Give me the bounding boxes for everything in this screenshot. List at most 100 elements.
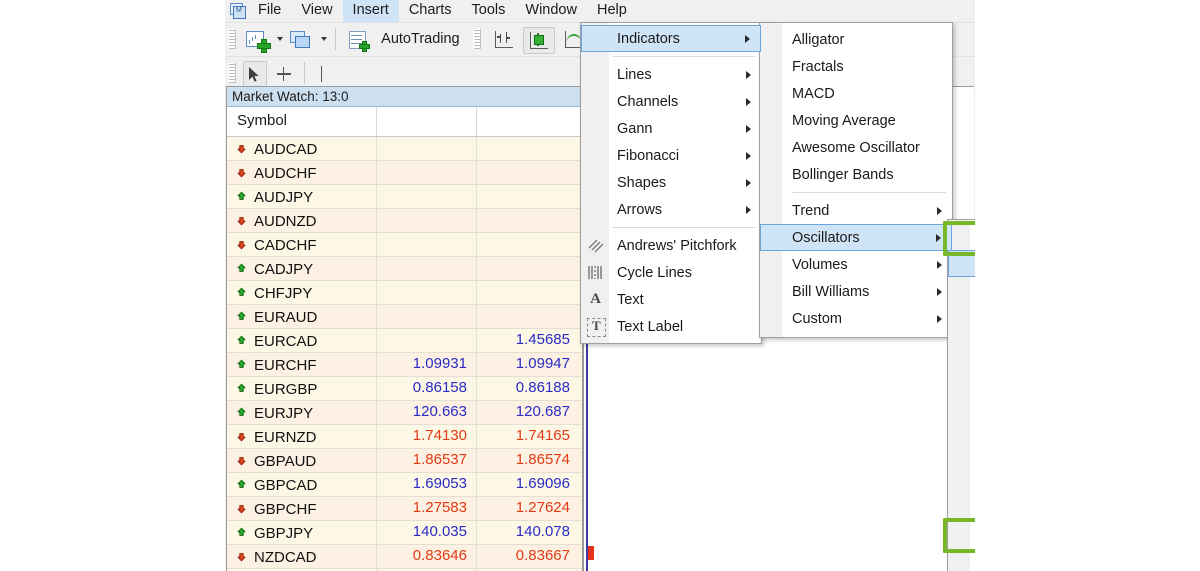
ask-cell: 1.86574 — [477, 449, 579, 472]
menu-item-average-true-range[interactable]: Average True Range — [948, 277, 975, 304]
menu-item-fractals[interactable]: Fractals — [760, 53, 952, 80]
menu-file[interactable]: File — [248, 0, 291, 22]
chevron-down-icon[interactable] — [277, 37, 283, 41]
table-row[interactable]: AUDCHF — [227, 161, 582, 185]
insert-dropdown-menu[interactable]: Indicators LinesChannelsGannFibonacciShap… — [580, 22, 762, 344]
table-row[interactable]: GBPJPY140.035140.078 — [227, 521, 582, 545]
new-chart-button[interactable] — [243, 27, 271, 52]
arrow-down-icon — [235, 215, 248, 228]
ask-cell: 1.74165 — [477, 425, 579, 448]
menu-item-awesome-oscillator[interactable]: Awesome Oscillator — [760, 134, 952, 161]
menu-item-label: MACD — [792, 86, 952, 102]
vertical-line-tool[interactable] — [314, 61, 330, 86]
menu-item-bollinger-bands[interactable]: Bollinger Bands — [760, 161, 952, 188]
menu-view[interactable]: View — [291, 0, 342, 22]
table-row[interactable]: AUDNZD — [227, 209, 582, 233]
column-header-ask[interactable] — [477, 107, 579, 136]
metatrader-app-icon — [226, 1, 248, 21]
candlestick-chart-button[interactable] — [523, 27, 555, 54]
table-row[interactable]: AUDJPY — [227, 185, 582, 209]
menu-item-channels[interactable]: Channels — [581, 88, 761, 115]
table-row[interactable]: NZDCAD0.836460.83667 — [227, 545, 582, 569]
toolbar-grip-2[interactable] — [473, 29, 481, 49]
menu-item-indicators[interactable]: Indicators — [581, 25, 761, 52]
arrow-up-icon — [235, 527, 248, 540]
indicators-button[interactable] — [345, 27, 371, 52]
bid-cell — [377, 233, 477, 256]
menu-item-commodity-channel-index[interactable]: Commodity Channel Index — [948, 358, 975, 385]
table-row[interactable]: EURCAD1.45685 — [227, 329, 582, 353]
menu-charts[interactable]: Charts — [399, 0, 462, 22]
table-row[interactable]: EURJPY120.663120.687 — [227, 401, 582, 425]
menu-item-label: Custom — [792, 311, 937, 327]
symbol-label: EURCHF — [254, 357, 317, 374]
menu-item-shapes[interactable]: Shapes — [581, 169, 761, 196]
arrow-cursor-icon — [247, 66, 263, 84]
menu-item-relative-strength-index[interactable]: Relative Strength Index — [948, 250, 975, 277]
crosshair-tool[interactable] — [272, 61, 296, 86]
menu-item-lines[interactable]: Lines — [581, 61, 761, 88]
table-row[interactable]: CHFJPY — [227, 281, 582, 305]
table-row[interactable]: EURCHF1.099311.09947 — [227, 353, 582, 377]
menu-divider — [792, 192, 946, 193]
symbol-label: GBPAUD — [254, 453, 316, 470]
menu-item-moving-average-of-oscillator[interactable]: Moving Average of Oscillator — [948, 466, 975, 493]
menu-item-stochastic-oscillator[interactable]: Stochastic Oscillator — [948, 520, 975, 547]
menu-item-bill-williams[interactable]: Bill Williams — [760, 278, 952, 305]
indicators-submenu[interactable]: AlligatorFractals MACD Moving AverageAweso… — [759, 22, 953, 338]
menu-item-momentum[interactable]: Momentum — [948, 439, 975, 466]
menu-window[interactable]: Window — [515, 0, 587, 22]
menu-item-gann[interactable]: Gann — [581, 115, 761, 142]
column-header-bid[interactable] — [377, 107, 477, 136]
table-row[interactable]: EURAUD — [227, 305, 582, 329]
menu-item-cycle-lines[interactable]: Cycle Lines — [581, 259, 761, 286]
table-row[interactable]: EURGBP0.861580.86188 — [227, 377, 582, 401]
menu-item-alligator[interactable]: Alligator — [760, 26, 952, 53]
menu-item-moving-average[interactable]: Moving Average — [760, 107, 952, 134]
table-row[interactable]: GBPCAD1.690531.69096 — [227, 473, 582, 497]
bid-cell: 140.035 — [377, 521, 477, 544]
column-header-symbol[interactable]: Symbol — [227, 107, 377, 136]
menu-item-arrows[interactable]: Arrows — [581, 196, 761, 223]
menu-item-label: Text — [617, 292, 761, 308]
table-row[interactable]: GBPCHF1.275831.27624 — [227, 497, 582, 521]
symbol-label: GBPJPY — [254, 525, 313, 542]
bar-chart-button[interactable] — [489, 27, 519, 52]
menu-insert[interactable]: Insert — [343, 0, 399, 22]
toolbar-grip-3[interactable] — [228, 63, 236, 83]
menu-item-bears-power[interactable]: Bears Power — [948, 304, 975, 331]
oscillators-submenu[interactable]: MACDRelative Strength IndexAverage True … — [947, 219, 975, 571]
autotrading-button[interactable]: AutoTrading — [375, 30, 465, 48]
menu-item-demarker[interactable]: DeMarker — [948, 385, 975, 412]
menu-item-oscillators[interactable]: Oscillators — [760, 224, 952, 251]
symbol-label: EURAUD — [254, 309, 317, 326]
bar-chart-icon — [492, 29, 516, 51]
menu-item-custom[interactable]: Custom — [760, 305, 952, 332]
chevron-down-icon[interactable] — [321, 37, 327, 41]
menu-item-andrews-pitchfork[interactable]: Andrews' Pitchfork — [581, 232, 761, 259]
menu-item-macd[interactable]: MACD — [760, 80, 952, 107]
menu-item-text-label[interactable]: TText Label — [581, 313, 761, 340]
tile-windows-button[interactable] — [287, 27, 315, 52]
menu-item-williams-percent-range[interactable]: Williams' Percent Range — [948, 547, 975, 571]
menu-help[interactable]: Help — [587, 0, 637, 22]
menu-tools[interactable]: Tools — [462, 0, 516, 22]
menu-item-force-index[interactable]: Force Index — [948, 412, 975, 439]
menu-item-trend[interactable]: Trend — [760, 197, 952, 224]
cursor-tool[interactable] — [243, 61, 267, 88]
toolbar-grip[interactable] — [228, 29, 236, 49]
symbol-cell: AUDNZD — [227, 209, 377, 232]
symbol-label: NZDCAD — [254, 549, 317, 566]
menu-item-bulls-power[interactable]: Bulls Power — [948, 331, 975, 358]
symbol-cell: AUDCAD — [227, 137, 377, 160]
table-row[interactable]: GBPAUD1.865371.86574 — [227, 449, 582, 473]
table-row[interactable]: AUDCAD — [227, 137, 582, 161]
menu-item-fibonacci[interactable]: Fibonacci — [581, 142, 761, 169]
table-row[interactable]: CADCHF — [227, 233, 582, 257]
menu-item-relative-vigor-index[interactable]: Relative Vigor Index — [948, 493, 975, 520]
menu-item-macd[interactable]: MACD — [948, 223, 975, 250]
menu-item-volumes[interactable]: Volumes — [760, 251, 952, 278]
table-row[interactable]: EURNZD1.741301.74165 — [227, 425, 582, 449]
menu-item-text[interactable]: AText — [581, 286, 761, 313]
table-row[interactable]: CADJPY — [227, 257, 582, 281]
